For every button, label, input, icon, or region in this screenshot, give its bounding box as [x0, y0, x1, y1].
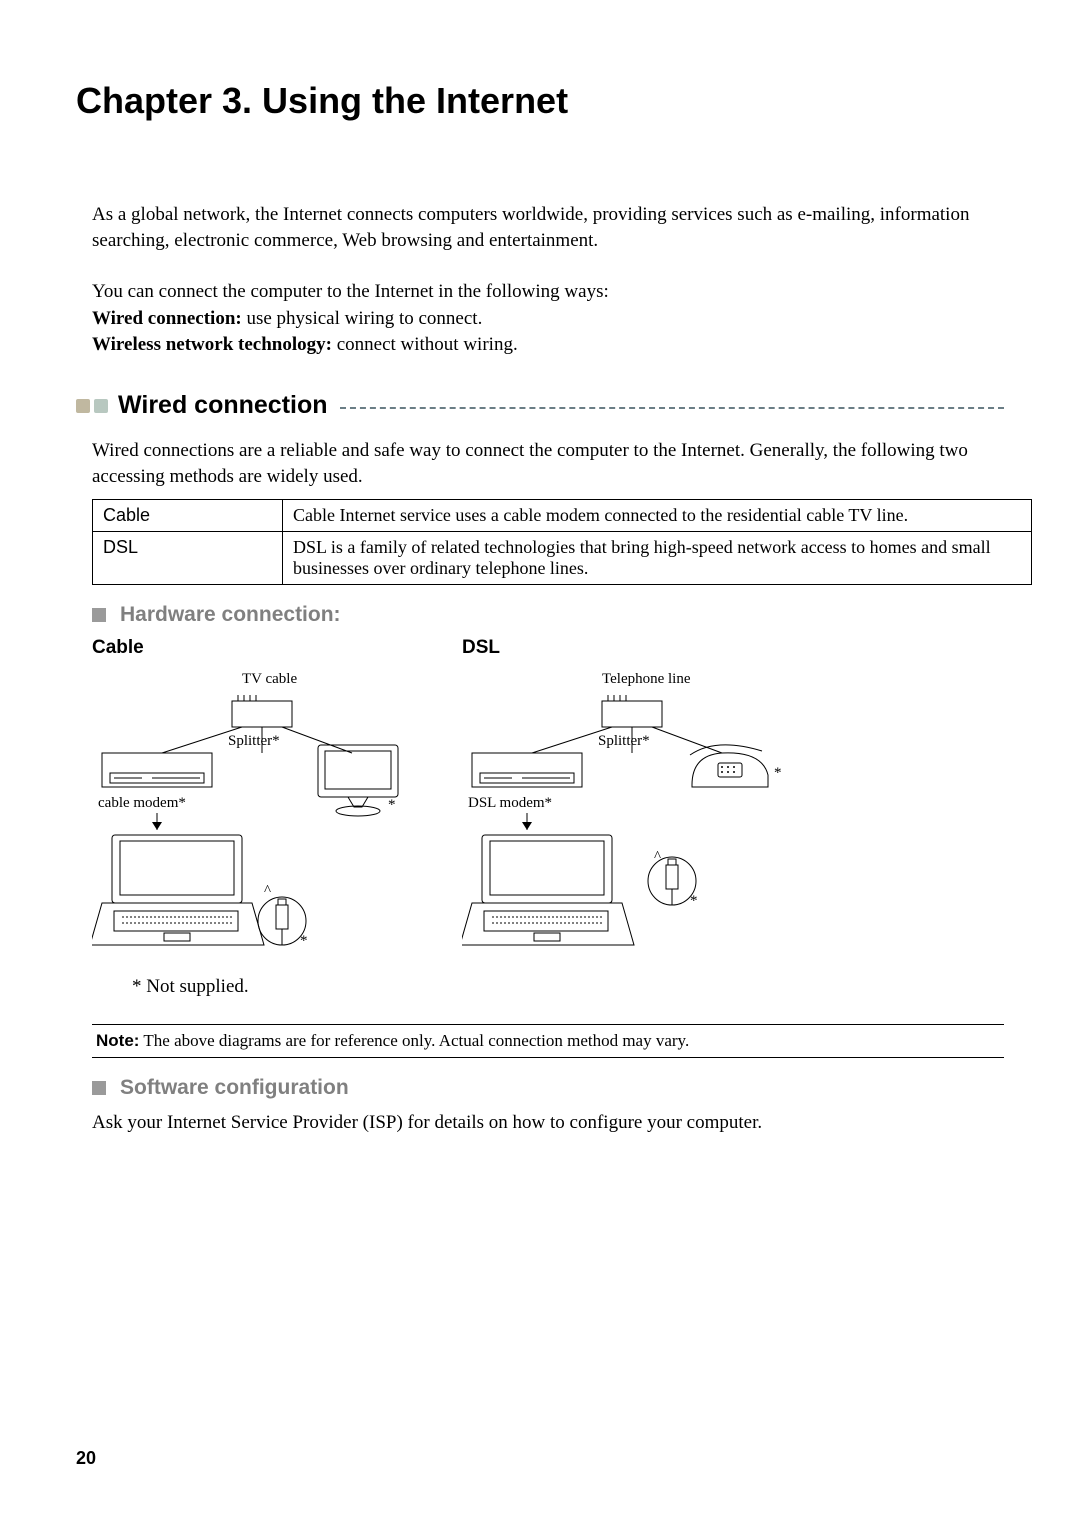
intro-paragraph: As a global network, the Internet connec… — [92, 202, 1004, 253]
table-row: DSL DSL is a family of related technolog… — [93, 532, 1032, 585]
note-label: Note: — [96, 1031, 139, 1050]
subheading-text: Hardware connection: — [120, 603, 341, 627]
table-row: Cable Cable Internet service uses a cabl… — [93, 500, 1032, 532]
svg-text:Splitter*: Splitter* — [228, 733, 280, 749]
diagram-footnote: * Not supplied. — [92, 976, 1004, 998]
cable-diagram-svg: TV cable Splitter* cable modem* — [92, 665, 422, 965]
svg-text:Splitter*: Splitter* — [598, 733, 650, 749]
section-title: Wired connection — [118, 391, 328, 420]
diagram-dsl: DSL Telephone line Splitter* — [462, 637, 792, 970]
svg-text:^: ^ — [654, 849, 661, 865]
note-block: Note: The above diagrams are for referen… — [92, 1024, 1004, 1058]
table-key: DSL — [93, 532, 283, 585]
chapter-title: Chapter 3. Using the Internet — [76, 80, 1004, 122]
section-body: Wired connections are a reliable and saf… — [76, 438, 1004, 489]
svg-text:Telephone line: Telephone line — [602, 671, 691, 687]
svg-text:cable modem*: cable modem* — [98, 795, 186, 811]
wireless-rest: connect without wiring. — [332, 334, 518, 355]
svg-text:*: * — [300, 933, 308, 949]
software-body: Ask your Internet Service Provider (ISP)… — [76, 1110, 1004, 1136]
svg-text:DSL modem*: DSL modem* — [468, 795, 552, 811]
subheading-text: Software configuration — [120, 1076, 349, 1100]
subheading-hardware: Hardware connection: — [76, 603, 1004, 627]
wired-label: Wired connection: — [92, 308, 242, 329]
diagram-title-cable: Cable — [92, 637, 422, 659]
table-key: Cable — [93, 500, 283, 532]
svg-text:TV cable: TV cable — [242, 671, 297, 687]
definitions-table: Cable Cable Internet service uses a cabl… — [92, 499, 1032, 585]
square-bullet-icon — [92, 608, 106, 622]
svg-text:*: * — [388, 797, 396, 813]
square-bullet-icon — [92, 1081, 106, 1095]
table-desc: DSL is a family of related technologies … — [283, 532, 1032, 585]
page-number: 20 — [76, 1448, 96, 1469]
diagram-title-dsl: DSL — [462, 637, 792, 659]
bullet-icon — [76, 399, 90, 413]
ways-lead: You can connect the computer to the Inte… — [92, 279, 1004, 306]
wireless-label: Wireless network technology: — [92, 334, 332, 355]
bullet-icon — [94, 399, 108, 413]
ways-wireless: Wireless network technology: connect wit… — [92, 332, 1004, 359]
svg-text:*: * — [690, 893, 698, 909]
subheading-software: Software configuration — [76, 1076, 1004, 1100]
section-heading-wired: Wired connection — [76, 391, 1004, 420]
wired-rest: use physical wiring to connect. — [242, 308, 483, 329]
svg-text:^: ^ — [264, 883, 271, 899]
diagram-cable: Cable TV cable Splitter* — [92, 637, 422, 970]
svg-text:*: * — [774, 765, 782, 781]
ways-wired: Wired connection: use physical wiring to… — [92, 306, 1004, 333]
note-text: The above diagrams are for reference onl… — [139, 1031, 689, 1050]
table-desc: Cable Internet service uses a cable mode… — [283, 500, 1032, 532]
dsl-diagram-svg: Telephone line Splitter* DSL modem* — [462, 665, 792, 965]
dashed-line-icon — [340, 407, 1004, 409]
